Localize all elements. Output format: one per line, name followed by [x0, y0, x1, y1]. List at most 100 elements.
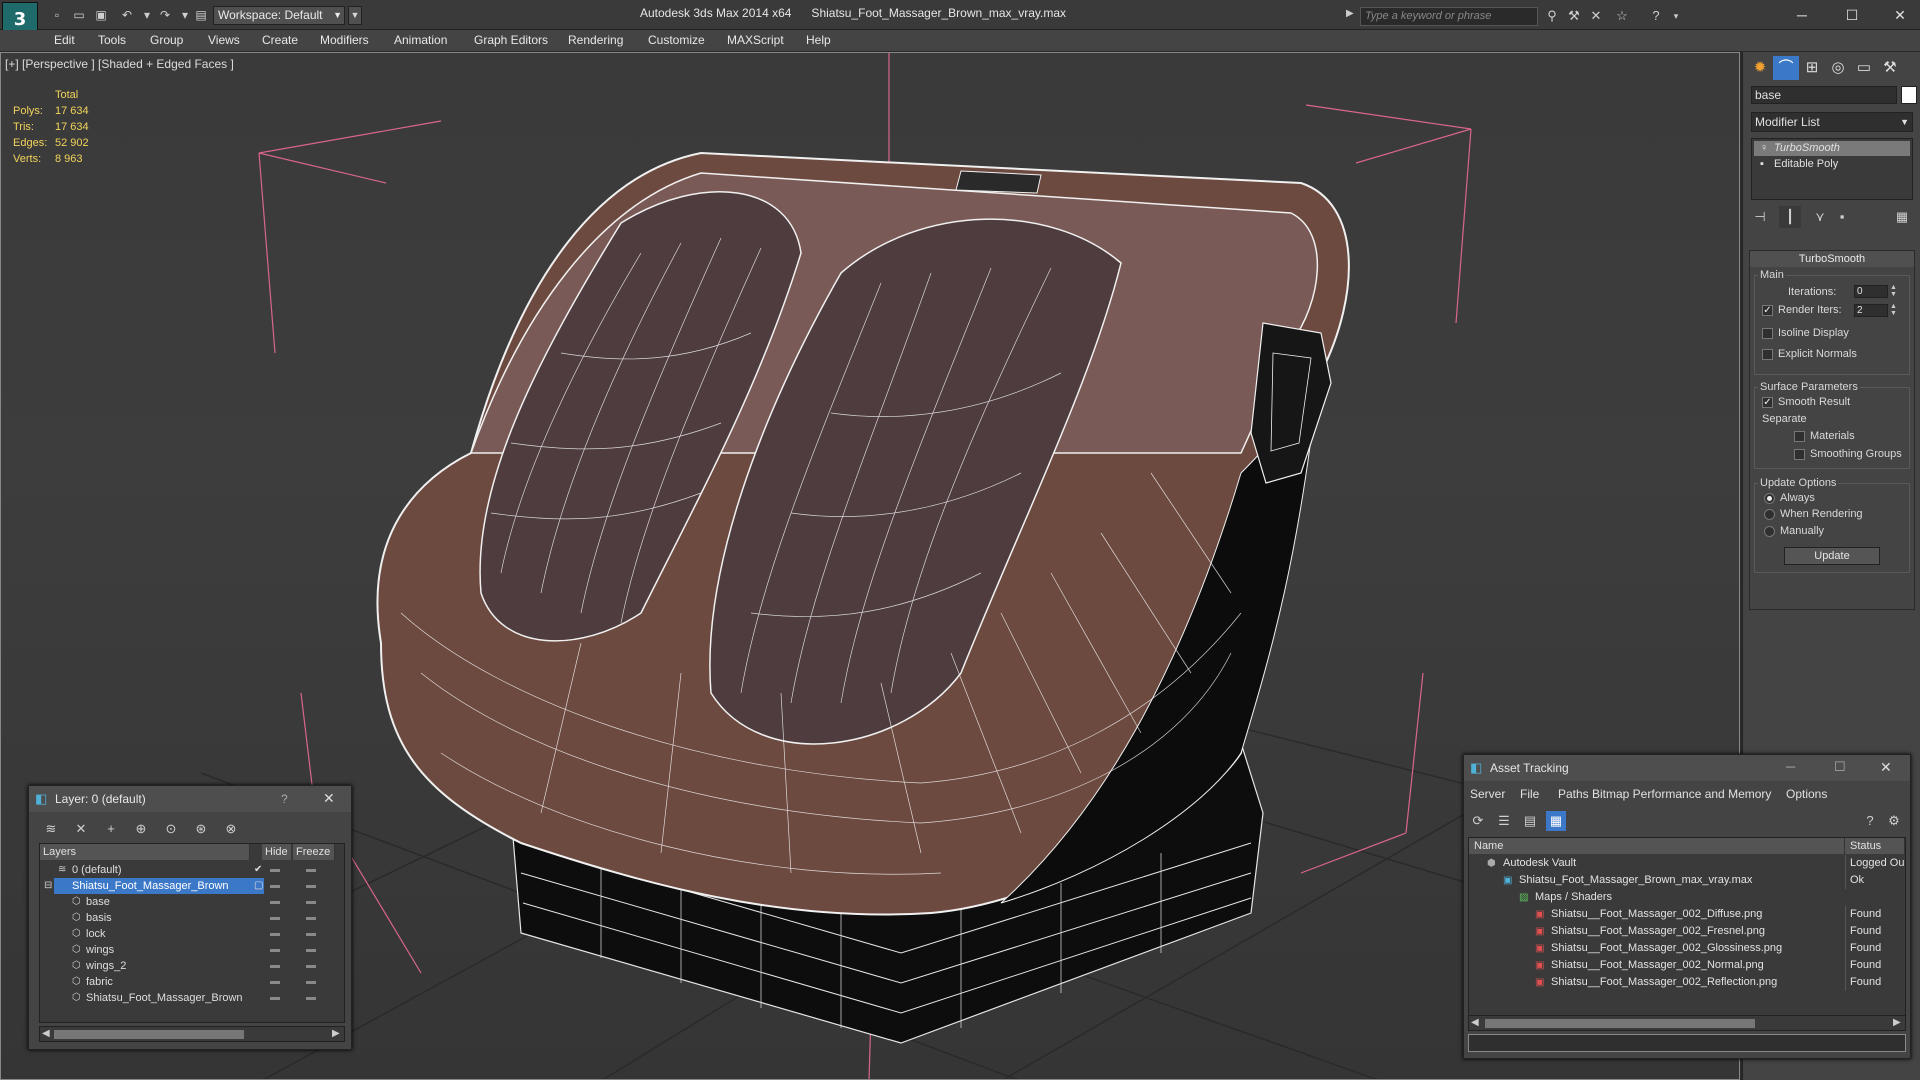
- column-header-status[interactable]: Status: [1845, 838, 1905, 854]
- detail-view-icon[interactable]: ▤: [1520, 811, 1540, 831]
- render-iters-spinner[interactable]: 2: [1854, 304, 1888, 317]
- scroll-left-icon[interactable]: ◀: [42, 1028, 50, 1039]
- modify-tab-icon[interactable]: ⌒: [1773, 56, 1799, 80]
- hide-toggle[interactable]: ▬: [270, 974, 280, 990]
- hierarchy-tab-icon[interactable]: ⊞: [1799, 56, 1825, 80]
- close-icon[interactable]: ✕: [1880, 759, 1892, 776]
- asset-row[interactable]: ▣ Shiatsu__Foot_Massager_002_Diffuse.png F…: [1469, 906, 1905, 923]
- freeze-toggle[interactable]: ▬: [306, 878, 316, 894]
- iterations-spinner[interactable]: 0: [1854, 285, 1888, 298]
- menu-graph-editors[interactable]: Graph Editors: [474, 33, 548, 47]
- hide-toggle[interactable]: ▬: [270, 910, 280, 926]
- layer-row[interactable]: ⬡ base ▬ ▬: [40, 894, 344, 910]
- freeze-toggle[interactable]: ▬: [306, 910, 316, 926]
- explicit-normals-checkbox[interactable]: [1762, 349, 1773, 360]
- hide-toggle[interactable]: ▬: [270, 894, 280, 910]
- layer-row[interactable]: ⬡ Shiatsu_Foot_Massager_Brown ▬ ▬: [40, 990, 344, 1006]
- create-tab-icon[interactable]: ✹: [1747, 56, 1773, 80]
- asset-row[interactable]: ▣ Shiatsu__Foot_Massager_002_Reflection.p…: [1469, 974, 1905, 991]
- freeze-toggle[interactable]: ▬: [306, 894, 316, 910]
- hide-toggle[interactable]: ▬: [270, 926, 280, 942]
- help-icon[interactable]: ?: [1648, 8, 1664, 24]
- asset-row[interactable]: ▣ Shiatsu__Foot_Massager_002_Fresnel.png F…: [1469, 923, 1905, 940]
- project-folder-icon[interactable]: ▤: [192, 7, 210, 23]
- hide-toggle[interactable]: ▬: [270, 878, 280, 894]
- make-unique-icon[interactable]: ⋎: [1809, 206, 1831, 228]
- stack-item-turbosmooth[interactable]: ♀ TurboSmooth: [1754, 141, 1910, 156]
- freeze-toggle[interactable]: ▬: [306, 926, 316, 942]
- menu-create[interactable]: Create: [262, 33, 298, 47]
- menu-views[interactable]: Views: [208, 33, 240, 47]
- menu-tools[interactable]: Tools: [98, 33, 126, 47]
- hide-all-layers-icon[interactable]: ⊗: [221, 820, 241, 838]
- menu-customize[interactable]: Customize: [648, 33, 705, 47]
- when-rendering-radio[interactable]: [1764, 509, 1775, 520]
- hide-toggle[interactable]: ▬: [270, 990, 280, 1006]
- close-button[interactable]: ✕: [1880, 4, 1920, 26]
- add-selection-to-layer-icon[interactable]: ⊕: [131, 820, 151, 838]
- new-file-icon[interactable]: ▫: [48, 7, 66, 23]
- scroll-left-icon[interactable]: ◀: [1471, 1017, 1479, 1028]
- hide-toggle[interactable]: ▬: [270, 862, 280, 878]
- rollout-title[interactable]: TurboSmooth: [1750, 251, 1914, 267]
- help-icon[interactable]: ?: [1860, 811, 1880, 831]
- freeze-toggle[interactable]: ▬: [306, 958, 316, 974]
- render-iters-checkbox[interactable]: ✓: [1762, 305, 1773, 316]
- maximize-button[interactable]: ☐: [1834, 759, 1846, 775]
- layer-row[interactable]: ⬡ basis ▬ ▬: [40, 910, 344, 926]
- layer-window-titlebar[interactable]: ◧ Layer: 0 (default) ? ✕: [29, 786, 351, 812]
- redo-icon[interactable]: ↷: [156, 7, 174, 23]
- always-radio[interactable]: [1764, 493, 1775, 504]
- layer-row[interactable]: ⬡ wings_2 ▬ ▬: [40, 958, 344, 974]
- freeze-toggle[interactable]: ▬: [306, 974, 316, 990]
- binoculars-icon[interactable]: ⚲: [1544, 8, 1560, 24]
- workspace-arrow-button[interactable]: ▼: [348, 6, 362, 25]
- column-header-layers[interactable]: Layers: [40, 844, 250, 860]
- viewport-label[interactable]: [+] [Perspective ] [Shaded + Edged Faces…: [5, 57, 234, 71]
- layer-row[interactable]: ⬡ lock ▬ ▬: [40, 926, 344, 942]
- hide-toggle[interactable]: ▬: [270, 942, 280, 958]
- column-header-hide[interactable]: Hide: [262, 844, 292, 860]
- expand-icon[interactable]: ⊟: [44, 878, 52, 894]
- freeze-toggle[interactable]: ▬: [306, 942, 316, 958]
- table-view-icon[interactable]: ▦: [1546, 811, 1566, 831]
- layer-row[interactable]: ⊟≋Shiatsu_Foot_Massager_Brown▢▬▬: [40, 878, 344, 894]
- manually-radio[interactable]: [1764, 526, 1775, 537]
- smooth-result-checkbox[interactable]: ✓: [1762, 397, 1773, 408]
- highlight-selected-layer-icon[interactable]: ⊛: [191, 820, 211, 838]
- menu-group[interactable]: Group: [150, 33, 183, 47]
- undo-icon[interactable]: ↶: [118, 7, 136, 23]
- asset-window-titlebar[interactable]: ◧ Asset Tracking ─ ☐ ✕: [1464, 755, 1910, 781]
- search-input[interactable]: Type a keyword or phrase: [1360, 7, 1538, 26]
- lightbulb-icon[interactable]: ♀: [1760, 141, 1768, 156]
- configure-modifier-sets-icon[interactable]: ▦: [1891, 206, 1913, 228]
- column-header-name[interactable]: Name: [1469, 838, 1845, 854]
- asset-row[interactable]: ▣ Shiatsu__Foot_Massager_002_Glossiness.p…: [1469, 940, 1905, 957]
- menu-maxscript[interactable]: MAXScript: [727, 33, 784, 47]
- layer-row[interactable]: ≋ 0 (default) ✔ ▬ ▬: [40, 862, 344, 878]
- maximize-button[interactable]: ☐: [1832, 4, 1872, 26]
- checkmark-icon[interactable]: ✔: [254, 862, 262, 878]
- scroll-right-icon[interactable]: ▶: [332, 1028, 340, 1039]
- menu-edit[interactable]: Edit: [54, 33, 75, 47]
- favorites-star-icon[interactable]: ☆: [1614, 8, 1630, 24]
- isoline-display-checkbox[interactable]: [1762, 328, 1773, 339]
- object-name-input[interactable]: base: [1751, 86, 1897, 104]
- minimize-button[interactable]: ─: [1786, 759, 1795, 774]
- list-view-icon[interactable]: ☰: [1494, 811, 1514, 831]
- refresh-icon[interactable]: ⟳: [1468, 811, 1488, 831]
- asset-horizontal-scrollbar[interactable]: ◀ ▶: [1468, 1015, 1906, 1031]
- spinner-arrows-icon[interactable]: ▲ ▼: [1890, 284, 1897, 298]
- subscription-icon[interactable]: ⚒: [1566, 8, 1582, 24]
- layer-manager-icon[interactable]: ≋: [41, 820, 61, 838]
- asset-menu-options[interactable]: Options: [1786, 787, 1827, 801]
- pin-stack-icon[interactable]: ⊣: [1749, 206, 1771, 228]
- object-color-swatch[interactable]: [1901, 86, 1917, 104]
- show-end-result-icon[interactable]: ┃: [1779, 206, 1801, 228]
- freeze-toggle[interactable]: ▬: [306, 862, 316, 878]
- communication-icon[interactable]: ✕: [1588, 8, 1604, 24]
- asset-row[interactable]: ▣ Shiatsu__Foot_Massager_002_Normal.png Fo…: [1469, 957, 1905, 974]
- asset-menu-server[interactable]: Server: [1470, 787, 1505, 801]
- hide-toggle[interactable]: ▬: [270, 958, 280, 974]
- asset-row[interactable]: ▨ Maps / Shaders: [1469, 889, 1905, 906]
